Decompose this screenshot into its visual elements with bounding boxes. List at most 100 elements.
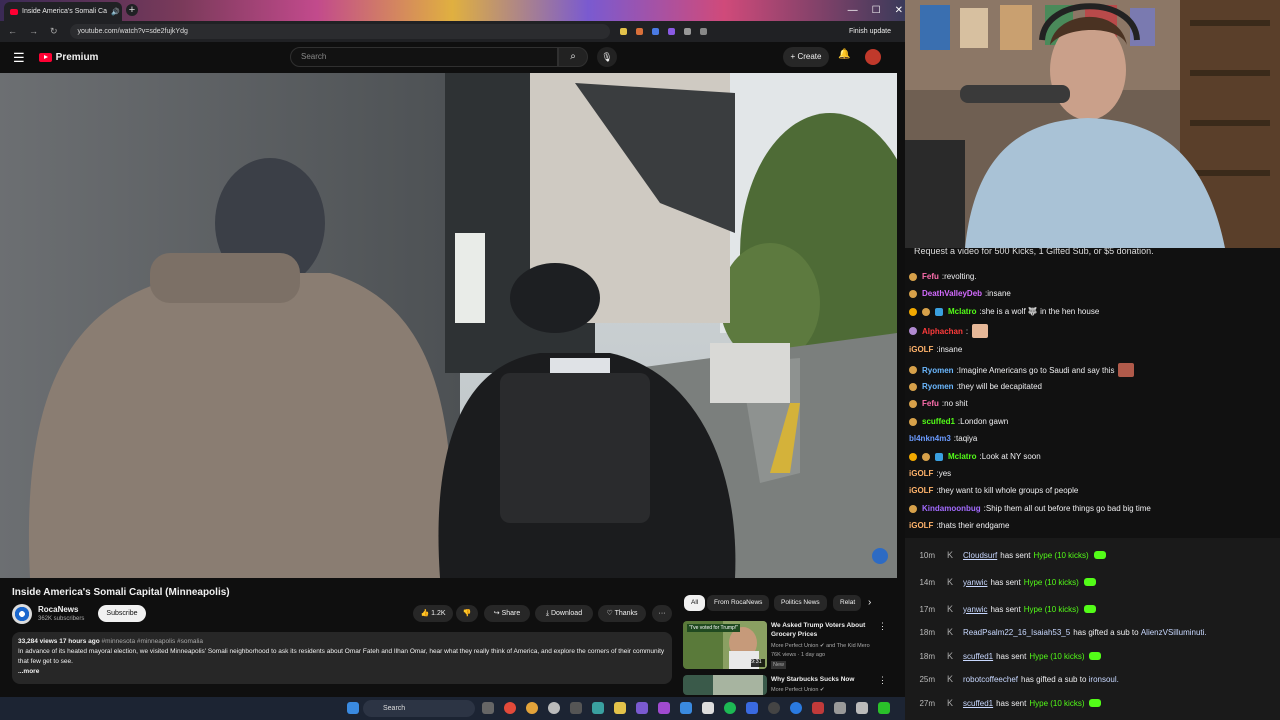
chips-next-chevron-icon[interactable]: › <box>868 597 871 608</box>
finish-update-button[interactable]: Finish update <box>849 28 891 35</box>
channel-avatar[interactable] <box>12 604 32 624</box>
app-icon[interactable] <box>702 702 714 714</box>
chat-username[interactable]: Alphachan <box>922 327 963 336</box>
dislike-button[interactable]: 👎 <box>456 605 478 622</box>
chat-username[interactable]: scuffed1 <box>922 417 955 426</box>
chat-username[interactable]: bl4nkn4m3 <box>909 434 951 443</box>
app-icon[interactable] <box>746 702 758 714</box>
video-player[interactable] <box>0 73 897 578</box>
chat-username[interactable]: iGOLF <box>909 486 933 495</box>
subscribe-button[interactable]: Subscribe <box>98 605 146 622</box>
app-icon[interactable] <box>592 702 604 714</box>
event-gift: Hype (10 kicks) <box>1029 651 1085 661</box>
related-video[interactable]: "I've voted for Trump!" 9:31 We Asked Tr… <box>683 621 893 671</box>
chat-username[interactable]: Fefu <box>922 272 939 281</box>
event-user[interactable]: scuffed1 <box>963 652 993 661</box>
notifications-bell-icon[interactable]: 🔔 <box>838 49 850 60</box>
share-button[interactable]: ↪ Share <box>484 605 530 622</box>
event-user[interactable]: robotcoffeechef <box>963 675 1018 684</box>
more-icon[interactable]: ⋮ <box>878 675 887 686</box>
spotify-icon[interactable] <box>724 702 736 714</box>
related-video[interactable]: Why Starbucks Sucks Now More Perfect Uni… <box>683 675 893 695</box>
minimize-icon[interactable]: — <box>848 5 858 16</box>
chat-username[interactable]: iGOLF <box>909 469 933 478</box>
extension-icon[interactable] <box>635 28 643 35</box>
show-more-link[interactable]: ...more <box>18 668 39 675</box>
chat-username[interactable]: iGOLF <box>909 345 933 354</box>
event-user[interactable]: yanwic <box>963 605 987 614</box>
extension-icon[interactable] <box>667 28 675 35</box>
more-actions-button[interactable]: ··· <box>652 605 672 622</box>
chat-username[interactable]: Ryomen <box>922 382 954 391</box>
search-input[interactable]: Search <box>290 47 558 67</box>
event-user[interactable]: yanwic <box>963 578 987 587</box>
app-icon[interactable] <box>636 702 648 714</box>
badge-icon <box>909 504 917 513</box>
puzzle-icon[interactable] <box>683 28 691 35</box>
search-icon[interactable]: ⌕ <box>558 47 588 67</box>
chat-username[interactable]: Mclatro <box>948 452 976 461</box>
event-user[interactable]: scuffed1 <box>963 699 993 708</box>
related-title[interactable]: Why Starbucks Sucks Now <box>771 675 877 684</box>
youtube-logo[interactable]: Premium <box>38 52 98 63</box>
thanks-button[interactable]: ♡ Thanks <box>598 605 646 622</box>
browser-tab[interactable]: Inside America's Somali Ca 🔊 ✕ <box>4 2 122 21</box>
chat-username[interactable]: Ryomen <box>922 366 954 375</box>
extension-icon[interactable] <box>651 28 659 35</box>
taskbar-search-input[interactable]: Search <box>363 700 475 717</box>
chrome-icon[interactable] <box>504 702 516 714</box>
like-button[interactable]: 👍 1.2K <box>413 605 453 622</box>
hashtags[interactable]: #minnesota #minneapolis #somalia <box>102 638 204 645</box>
event-target[interactable]: AlienzVSilluminuti. <box>1141 628 1207 637</box>
app-icon[interactable] <box>570 702 582 714</box>
avatar[interactable] <box>865 49 881 65</box>
chrome-icon[interactable] <box>526 702 538 714</box>
back-icon[interactable]: ← <box>8 26 17 37</box>
related-channel: More Perfect Union ✔ and The Kid Mero <box>771 643 870 649</box>
event-user[interactable]: Cloudsurf <box>963 551 997 560</box>
chat-username[interactable]: Mclatro <box>948 307 976 316</box>
microphone-icon[interactable]: 🎙 <box>597 47 617 67</box>
app-icon[interactable] <box>548 702 560 714</box>
forward-icon[interactable]: → <box>29 26 38 37</box>
app-icon[interactable] <box>834 702 846 714</box>
event-target[interactable]: ironsoul. <box>1089 675 1119 684</box>
app-icon[interactable] <box>812 702 824 714</box>
chat-username[interactable]: DeathValleyDeb <box>922 289 982 298</box>
app-icon[interactable] <box>680 702 692 714</box>
chat-username[interactable]: iGOLF <box>909 521 933 530</box>
chat-username[interactable]: Kindamoonbug <box>922 504 981 513</box>
maximize-icon[interactable]: ☐ <box>872 5 881 16</box>
start-icon[interactable] <box>347 702 359 714</box>
chat-username[interactable]: Fefu <box>922 399 939 408</box>
menu-icon[interactable]: ☰ <box>13 50 25 66</box>
url-field[interactable]: youtube.com/watch?v=sde2fujkYdg <box>69 24 610 39</box>
tab-audio-icon[interactable]: 🔊 <box>111 8 120 16</box>
close-window-icon[interactable]: ✕ <box>895 5 903 16</box>
chat-text: insane <box>938 345 963 354</box>
app-icon[interactable] <box>790 702 802 714</box>
description-box[interactable]: 33,284 views 17 hours ago #minnesota #mi… <box>12 632 672 684</box>
profile-icon[interactable] <box>699 28 707 35</box>
create-button[interactable]: + Create <box>783 47 829 67</box>
folder-icon[interactable] <box>614 702 626 714</box>
extension-icon[interactable] <box>619 28 627 35</box>
chip-related[interactable]: Relat <box>833 595 861 611</box>
reload-icon[interactable]: ↻ <box>50 26 58 37</box>
app-icon[interactable] <box>878 702 890 714</box>
channel-name[interactable]: RocaNews <box>38 605 78 614</box>
download-button[interactable]: ⤓ Download <box>535 605 593 622</box>
task-view-icon[interactable] <box>482 702 494 714</box>
event-user[interactable]: ReadPsalm22_16_Isaiah53_5 <box>963 628 1070 637</box>
related-title[interactable]: We Asked Trump Voters About Grocery Pric… <box>771 621 877 639</box>
chip-all[interactable]: All <box>684 595 706 611</box>
chip-politics-news[interactable]: Politics News <box>774 595 827 611</box>
obs-icon[interactable] <box>768 702 780 714</box>
video-thumbnail[interactable]: "I've voted for Trump!" 9:31 <box>683 621 767 669</box>
app-icon[interactable] <box>658 702 670 714</box>
chip-from-rocanews[interactable]: From RocaNews <box>707 595 770 611</box>
more-icon[interactable]: ⋮ <box>878 621 887 632</box>
video-thumbnail[interactable] <box>683 675 767 695</box>
app-icon[interactable] <box>856 702 868 714</box>
new-tab-button[interactable]: + <box>126 4 138 16</box>
